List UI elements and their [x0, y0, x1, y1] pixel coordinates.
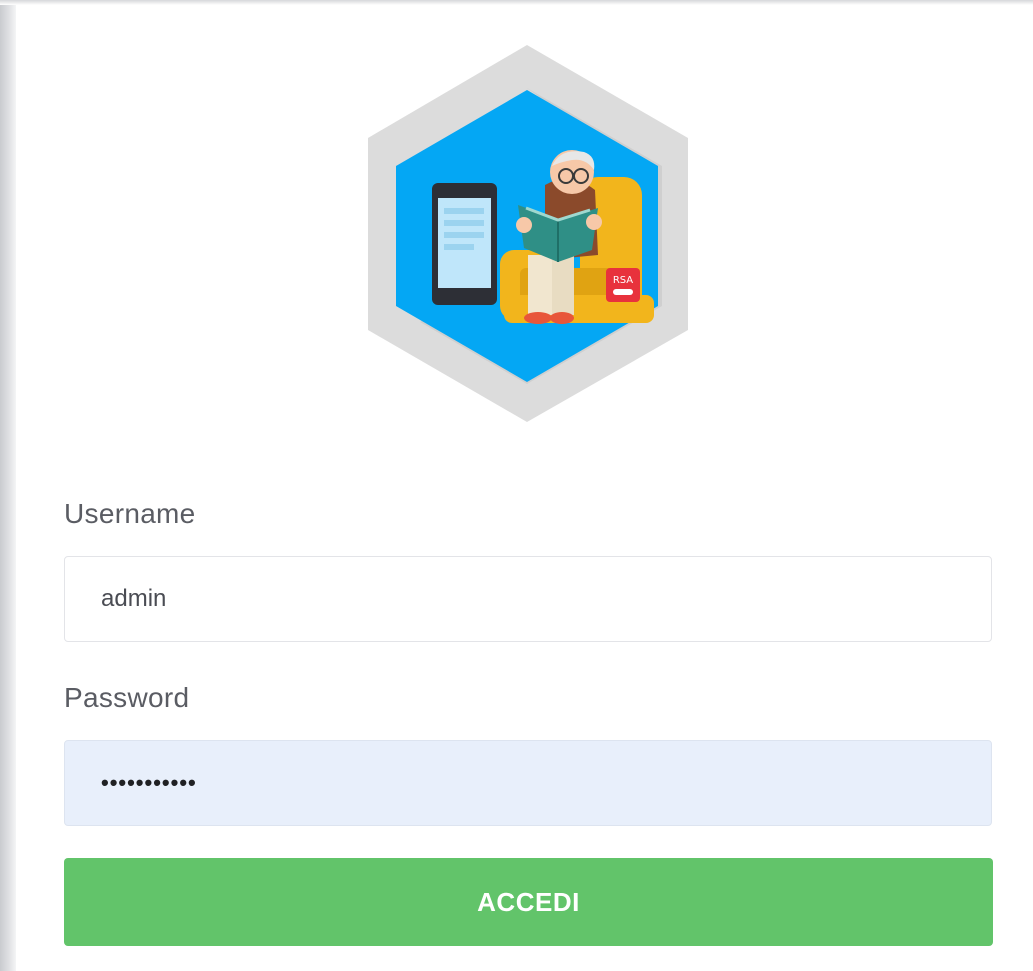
window-top-shadow [0, 0, 1033, 5]
login-page: RSA Username admin Password ••••••••••• [0, 0, 1033, 971]
svg-text:RSA: RSA [613, 275, 633, 286]
username-input[interactable]: admin [64, 556, 992, 642]
password-input[interactable]: ••••••••••• [64, 740, 992, 826]
window-edge-shadow [0, 0, 16, 971]
password-label: Password [64, 682, 190, 713]
app-logo: RSA [340, 40, 730, 435]
username-label: Username [64, 498, 196, 529]
login-button[interactable]: ACCEDI [64, 858, 993, 946]
elderly-man-reading-icon: RSA [368, 45, 688, 422]
